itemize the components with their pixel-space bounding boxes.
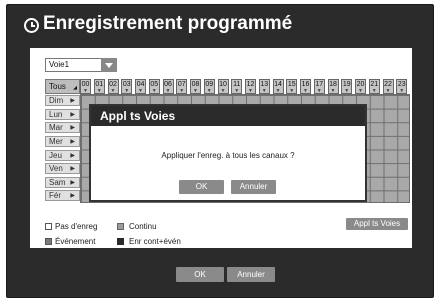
hour-label: 02 bbox=[109, 81, 117, 88]
chevron-right-icon: ▶ bbox=[70, 193, 75, 200]
hour-label: 03 bbox=[122, 81, 131, 88]
hour-header[interactable]: 10 ▼ bbox=[217, 79, 229, 94]
hour-label: 14 bbox=[274, 81, 282, 88]
hour-header[interactable]: 03 ▼ bbox=[121, 79, 133, 94]
select-all-label: Tous bbox=[49, 82, 66, 91]
hour-label: 09 bbox=[205, 81, 214, 88]
hour-label: 05 bbox=[150, 81, 159, 88]
chevron-right-icon: ▶ bbox=[70, 138, 75, 145]
hour-header[interactable]: 12 ▼ bbox=[245, 79, 256, 94]
legend-continuous-label: Continu bbox=[129, 222, 157, 231]
day-button[interactable]: Ven ▶ bbox=[45, 163, 80, 175]
hour-label: 12 bbox=[246, 81, 255, 88]
chevron-right-icon: ▶ bbox=[70, 152, 75, 159]
hour-header[interactable]: 21 ▼ bbox=[368, 79, 380, 94]
hour-label: 23 bbox=[397, 81, 406, 88]
hour-header[interactable]: 04 ▼ bbox=[135, 79, 146, 94]
hour-label: 04 bbox=[136, 81, 145, 88]
hour-label: 08 bbox=[191, 81, 200, 88]
hour-label: 22 bbox=[384, 81, 392, 88]
chevron-right-icon: ▶ bbox=[70, 98, 75, 104]
hour-label: 19 bbox=[342, 81, 351, 88]
hour-label: 13 bbox=[260, 81, 269, 88]
day-button[interactable]: Lun ▶ bbox=[45, 108, 80, 120]
hour-header[interactable]: 23 ▼ bbox=[396, 79, 408, 94]
hour-label: 06 bbox=[164, 81, 172, 88]
hour-label: 15 bbox=[287, 81, 296, 88]
hour-header[interactable]: 15 ▼ bbox=[286, 79, 298, 94]
day-button[interactable]: Sam ▶ bbox=[45, 176, 80, 188]
day-label: Sam bbox=[49, 177, 66, 187]
chevron-right-icon: ▶ bbox=[70, 125, 75, 132]
hour-header[interactable]: 08 ▼ bbox=[190, 79, 201, 94]
hour-header[interactable]: 22 ▼ bbox=[382, 79, 394, 94]
day-button[interactable]: Mar ▶ bbox=[45, 122, 80, 134]
day-button[interactable]: Fér ▶ bbox=[45, 190, 80, 202]
dialog-title: Appl ts Voies bbox=[100, 109, 176, 123]
day-label: Mar bbox=[49, 123, 63, 133]
apply-all-dialog: Appl ts Voies Appliquer l'enreg. à tous … bbox=[89, 104, 367, 202]
dialog-cancel-button[interactable]: Annuler bbox=[231, 180, 276, 194]
day-label: Jeu bbox=[49, 150, 62, 160]
hour-header[interactable]: 14 ▼ bbox=[272, 79, 284, 94]
hour-label: 16 bbox=[301, 81, 310, 88]
hour-header[interactable]: 16 ▼ bbox=[300, 79, 311, 94]
hour-label: 00 bbox=[81, 81, 90, 88]
day-label: Lun bbox=[49, 109, 63, 119]
hour-label: 21 bbox=[370, 81, 379, 88]
hour-label: 20 bbox=[356, 81, 365, 88]
legend-none-label: Pas d'enreg bbox=[55, 222, 98, 231]
hour-label: 18 bbox=[329, 81, 337, 88]
window-title: Enregistrement programmé bbox=[43, 13, 293, 34]
hour-header[interactable]: 18 ▼ bbox=[327, 79, 339, 94]
hour-header[interactable]: 05 ▼ bbox=[148, 79, 160, 94]
channel-value: Voie1 bbox=[49, 60, 70, 69]
legend-both-swatch[interactable] bbox=[117, 238, 124, 245]
day-label: Dim bbox=[49, 96, 64, 105]
clock-icon bbox=[24, 18, 39, 33]
dialog-ok-button[interactable]: OK bbox=[179, 180, 224, 194]
dialog-header: Appl ts Voies bbox=[91, 106, 365, 126]
chevron-down-icon[interactable] bbox=[101, 58, 117, 72]
legend-event-swatch[interactable] bbox=[45, 238, 52, 245]
hour-label: 17 bbox=[315, 81, 324, 88]
hour-header[interactable]: 19 ▼ bbox=[341, 79, 353, 94]
cancel-button[interactable]: Annuler bbox=[227, 267, 275, 282]
legend-continuous-swatch[interactable] bbox=[117, 223, 124, 230]
hour-header[interactable]: 11 ▼ bbox=[231, 79, 243, 94]
title-bar: Enregistrement programmé bbox=[7, 5, 433, 45]
day-button[interactable]: Dim ▶ bbox=[45, 95, 80, 106]
dialog-message: Appliquer l'enreg. à tous les canaux ? bbox=[161, 151, 295, 160]
hour-header[interactable]: 02 ▼ bbox=[107, 79, 119, 94]
chevron-right-icon: ▶ bbox=[70, 111, 75, 118]
legend-none-swatch[interactable] bbox=[45, 223, 52, 230]
hour-header[interactable]: 06 ▼ bbox=[162, 79, 174, 94]
hour-header[interactable]: 01 ▼ bbox=[93, 79, 105, 94]
select-all-button[interactable]: Tous ◢ bbox=[45, 79, 80, 94]
chevron-right-icon: ▶ bbox=[70, 166, 75, 173]
legend-event-label: Événement bbox=[55, 237, 96, 246]
hour-header[interactable]: 20 ▼ bbox=[355, 79, 366, 94]
legend-both-label: Enr cont+évén bbox=[129, 237, 181, 246]
day-label: Ven bbox=[49, 164, 63, 174]
day-label: Fér bbox=[49, 191, 61, 201]
hour-header[interactable]: 17 ▼ bbox=[313, 79, 325, 94]
corner-arrow-icon: ◢ bbox=[73, 85, 77, 91]
hour-label: 01 bbox=[95, 81, 104, 88]
hour-label: 11 bbox=[233, 81, 241, 88]
apply-all-channels-button[interactable]: Appl ts Voies bbox=[346, 218, 408, 230]
hour-header[interactable]: 07 ▼ bbox=[176, 79, 188, 94]
channel-select[interactable]: Voie1 bbox=[45, 58, 117, 72]
hour-label: 10 bbox=[219, 81, 227, 88]
hour-header[interactable]: 13 ▼ bbox=[258, 79, 270, 94]
ok-button[interactable]: OK bbox=[176, 267, 224, 282]
chevron-right-icon: ▶ bbox=[70, 179, 75, 186]
hour-header[interactable]: 00 ▼ bbox=[80, 79, 91, 94]
hour-label: 07 bbox=[177, 81, 186, 88]
hour-header[interactable]: 09 ▼ bbox=[203, 79, 215, 94]
day-button[interactable]: Mer ▶ bbox=[45, 135, 80, 147]
day-label: Mer bbox=[49, 136, 63, 146]
day-button[interactable]: Jeu ▶ bbox=[45, 149, 80, 161]
